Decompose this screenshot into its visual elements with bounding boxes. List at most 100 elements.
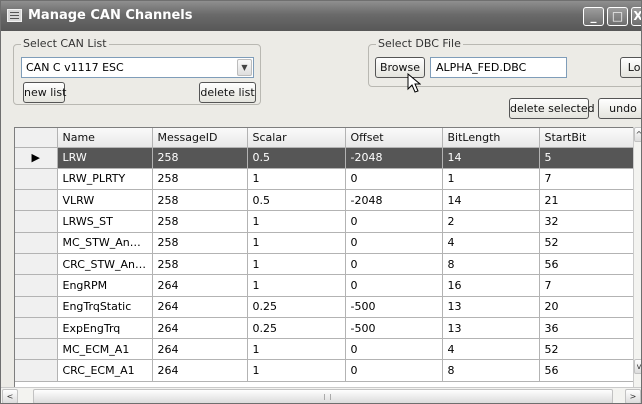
minimize-button[interactable]: _ (583, 7, 604, 26)
close-button[interactable]: X (631, 7, 641, 26)
table-cell[interactable]: 0 (345, 232, 443, 254)
table-cell[interactable]: 1 (247, 210, 346, 233)
table-cell[interactable]: 258 (152, 210, 248, 233)
table-cell[interactable]: 4 (442, 338, 540, 361)
table-cell[interactable]: 264 (152, 338, 248, 361)
row-indicator-icon[interactable] (15, 232, 58, 254)
table-cell[interactable]: 36 (539, 317, 641, 340)
table-cell[interactable]: -2048 (345, 147, 443, 169)
table-cell[interactable]: EngTrqStatic (57, 296, 153, 318)
table-cell[interactable]: EngRPM (57, 274, 153, 297)
row-indicator-icon[interactable] (15, 359, 58, 382)
table-cell[interactable]: 14 (442, 147, 540, 169)
row-indicator-icon[interactable] (15, 317, 58, 340)
table-cell[interactable]: 52 (539, 232, 641, 254)
table-cell[interactable]: 1 (247, 168, 346, 191)
table-cell[interactable]: 0 (345, 359, 443, 382)
table-cell[interactable]: 1 (247, 232, 346, 254)
table-cell[interactable]: 0 (345, 210, 443, 233)
table-cell[interactable]: 264 (152, 317, 248, 340)
table-cell[interactable]: 264 (152, 274, 248, 297)
row-indicator-icon[interactable] (15, 210, 58, 233)
table-cell[interactable]: LRW (57, 147, 153, 169)
table-cell[interactable]: 264 (152, 359, 248, 382)
table-cell[interactable]: 56 (539, 359, 641, 382)
maximize-button[interactable]: □ (607, 7, 628, 26)
table-row[interactable]: MC_STW_Angle... 258 1 0 4 52 (15, 232, 641, 254)
scroll-up-arrow[interactable]: ^ (634, 127, 641, 142)
table-cell[interactable]: 1 (247, 274, 346, 297)
table-cell[interactable]: 16 (442, 274, 540, 297)
table-cell[interactable]: 20 (539, 296, 641, 318)
table-row[interactable]: EngTrqStatic 264 0.25 -500 13 20 (15, 296, 641, 318)
chevron-down-icon[interactable]: ▼ (237, 59, 252, 76)
table-cell[interactable]: CRC_STW_Angl... (57, 253, 153, 276)
title-bar[interactable]: Manage CAN Channels _ □ X (1, 1, 641, 31)
table-cell[interactable]: ExpEngTrq (57, 317, 153, 340)
table-cell[interactable]: MC_ECM_A1 (57, 338, 153, 361)
table-cell[interactable]: -500 (345, 296, 443, 318)
table-cell[interactable]: 258 (152, 147, 248, 169)
table-cell[interactable]: 0.5 (247, 147, 346, 169)
table-cell[interactable]: 14 (442, 189, 540, 212)
table-row[interactable]: ExpEngTrq 264 0.25 -500 13 36 (15, 317, 641, 340)
channels-data-grid[interactable]: Name MessageID Scalar Offset BitLength S… (14, 127, 641, 387)
table-row[interactable]: EngRPM 264 1 0 16 7 (15, 274, 641, 297)
table-row[interactable]: ▶ LRW 258 0.5 -2048 14 5 (15, 147, 641, 169)
delete-selected-button[interactable]: delete selected (509, 98, 595, 119)
table-row[interactable]: VLRW 258 0.5 -2048 14 21 (15, 189, 641, 212)
table-cell[interactable]: 258 (152, 168, 248, 191)
scroll-down-arrow[interactable]: v (634, 359, 641, 374)
table-cell[interactable]: 8 (442, 253, 540, 276)
table-cell[interactable]: 0 (345, 338, 443, 361)
table-cell[interactable]: 2 (442, 210, 540, 233)
column-header[interactable]: Scalar (247, 128, 346, 148)
column-header[interactable]: Name (57, 128, 153, 148)
row-indicator-icon[interactable] (15, 274, 58, 297)
table-row[interactable]: LRW_PLRTY 258 1 0 1 7 (15, 168, 641, 191)
column-header[interactable]: StartBit (539, 128, 641, 148)
row-indicator-icon[interactable] (15, 189, 58, 212)
table-cell[interactable]: 13 (442, 296, 540, 318)
horizontal-scrollbar[interactable]: < > (1, 387, 641, 403)
scroll-right-arrow[interactable]: > (625, 389, 641, 403)
load-button[interactable]: Load (620, 57, 641, 78)
table-cell[interactable]: 7 (539, 168, 641, 191)
delete-list-button[interactable]: delete list (199, 82, 256, 103)
table-cell[interactable]: 264 (152, 296, 248, 318)
scroll-left-arrow[interactable]: < (2, 389, 18, 403)
table-cell[interactable]: 1 (247, 338, 346, 361)
table-cell[interactable]: 52 (539, 338, 641, 361)
table-cell[interactable]: 0.25 (247, 317, 346, 340)
table-cell[interactable]: CRC_ECM_A1 (57, 359, 153, 382)
vertical-scrollbar[interactable]: ^ v (633, 127, 641, 387)
row-indicator-icon[interactable] (15, 253, 58, 276)
table-cell[interactable]: 56 (539, 253, 641, 276)
row-indicator-icon[interactable] (15, 168, 58, 191)
table-cell[interactable]: 258 (152, 189, 248, 212)
can-list-combobox[interactable]: CAN C v1117 ESC ▼ (21, 57, 254, 78)
table-cell[interactable]: 13 (442, 317, 540, 340)
table-cell[interactable]: 0 (345, 253, 443, 276)
table-row[interactable]: LRWS_ST 258 1 0 2 32 (15, 210, 641, 233)
table-cell[interactable]: 1 (247, 359, 346, 382)
table-row[interactable]: MC_ECM_A1 264 1 0 4 52 (15, 338, 641, 361)
dbc-file-field[interactable]: ALPHA_FED.DBC (430, 57, 567, 78)
column-header[interactable]: MessageID (152, 128, 248, 148)
horizontal-scroll-thumb[interactable] (33, 389, 613, 403)
table-cell[interactable]: 258 (152, 253, 248, 276)
table-cell[interactable]: 21 (539, 189, 641, 212)
table-cell[interactable]: 1 (442, 168, 540, 191)
row-indicator-icon[interactable] (15, 338, 58, 361)
table-cell[interactable]: 0 (345, 274, 443, 297)
column-header[interactable]: BitLength (442, 128, 540, 148)
table-cell[interactable]: LRWS_ST (57, 210, 153, 233)
table-cell[interactable]: -2048 (345, 189, 443, 212)
table-row[interactable]: CRC_STW_Angl... 258 1 0 8 56 (15, 253, 641, 276)
table-cell[interactable]: 4 (442, 232, 540, 254)
column-header[interactable]: Offset (345, 128, 443, 148)
row-indicator-icon[interactable] (15, 296, 58, 318)
table-cell[interactable]: LRW_PLRTY (57, 168, 153, 191)
table-cell[interactable]: 0.5 (247, 189, 346, 212)
undo-button[interactable]: undo (598, 98, 641, 119)
